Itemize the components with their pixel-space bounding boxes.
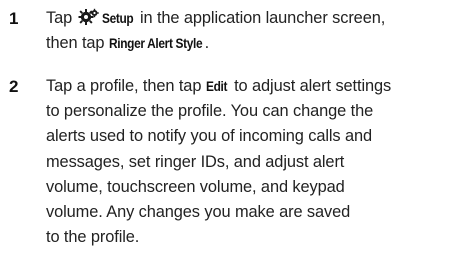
step-text-line: alerts used to notify you of incoming ca… <box>46 127 373 146</box>
step-text-line: to personalize the profile. You can chan… <box>46 102 374 121</box>
step-text-segment: then tap <box>46 34 109 53</box>
instruction-page: 1 Tap Setup in the application launcher … <box>0 0 452 254</box>
step-text: Tap Setup in the application launcher sc… <box>46 6 446 56</box>
step-text-line: messages, set ringer IDs, and adjust ale… <box>46 152 345 171</box>
step-text-segment: to adjust alert settings <box>229 77 392 95</box>
setup-gear-icon <box>78 8 100 26</box>
step-text-segment: . <box>204 34 210 53</box>
setup-keyword: Setup <box>101 10 134 26</box>
step-text-segment: Tap a profile, then tap <box>46 77 206 95</box>
step-number: 2 <box>9 77 19 96</box>
step-text: Tap a profile, then tap Edit to adjust a… <box>46 74 446 250</box>
step-text-segment: Tap <box>46 9 77 27</box>
step-number: 1 <box>9 9 19 28</box>
step-text-segment: in the application launcher screen, <box>135 9 386 27</box>
ringer-alert-style-keyword: Ringer Alert Style <box>108 35 203 52</box>
step-text-line: volume. Any changes you make are saved <box>46 203 351 222</box>
step-text-line: to the profile. <box>46 228 140 247</box>
step-text-line: volume, touchscreen volume, and keypad <box>46 177 345 196</box>
edit-keyword: Edit <box>205 78 227 94</box>
